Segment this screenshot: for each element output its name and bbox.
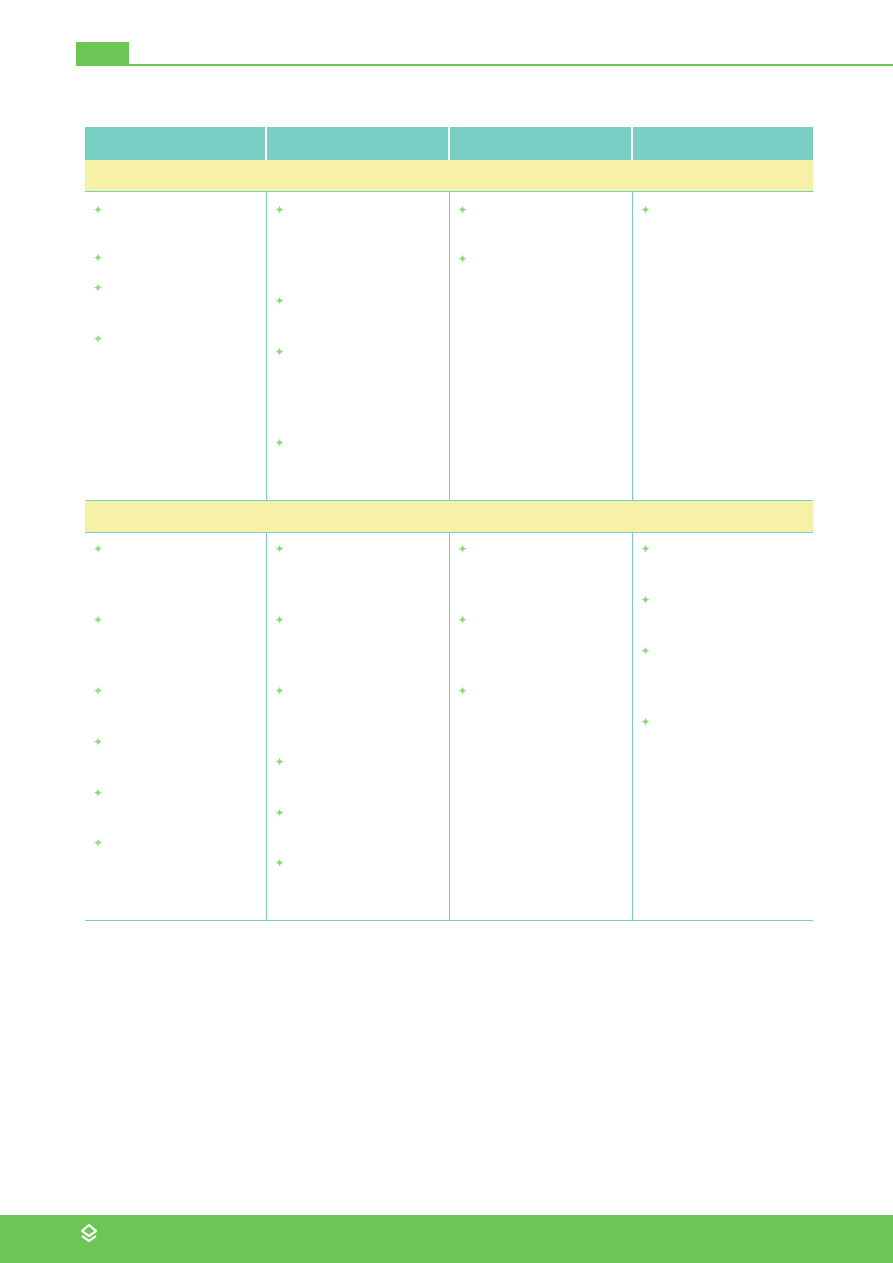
bullet-star-icon: ✦ — [93, 836, 104, 850]
section-band-1 — [85, 159, 813, 192]
table-cell: ✦ ✦ ✦ ✦ ✦ ✦ — [85, 532, 266, 921]
bullet-star-icon: ✦ — [274, 436, 285, 450]
bullet-star-icon: ✦ — [93, 786, 104, 800]
table-row: ✦ ✦ ✦ ✦ ✦ ✦ ✦ ✦ ✦ ✦ ✦ ✦ ✦ ✦ ✦ ✦ ✦ ✦ ✦ — [85, 532, 813, 921]
header-tab-marker — [76, 42, 129, 66]
bullet-star-icon: ✦ — [274, 542, 285, 556]
bullet-star-icon: ✦ — [457, 613, 468, 627]
bullet-star-icon: ✦ — [457, 542, 468, 556]
table-cell: ✦ ✦ ✦ — [448, 532, 632, 921]
table-header-row — [85, 127, 813, 160]
bullet-star-icon: ✦ — [93, 542, 104, 556]
diamond-logo-icon — [81, 1224, 97, 1243]
bullet-star-icon: ✦ — [274, 806, 285, 820]
bullet-star-icon: ✦ — [274, 755, 285, 769]
section-band-label — [85, 500, 813, 533]
table-cell: ✦ — [631, 191, 813, 501]
header-rule — [76, 64, 893, 66]
table-cell: ✦ ✦ ✦ ✦ — [265, 191, 449, 501]
footer-bar — [0, 1215, 893, 1263]
bullet-star-icon: ✦ — [457, 252, 468, 266]
bullet-star-icon: ✦ — [93, 203, 104, 217]
bullet-star-icon: ✦ — [640, 715, 651, 729]
bullet-star-icon: ✦ — [640, 203, 651, 217]
bullet-star-icon: ✦ — [274, 345, 285, 359]
content-table: ✦ ✦ ✦ ✦ ✦ ✦ ✦ ✦ ✦ ✦ ✦ ✦ ✦ ✦ ✦ ✦ ✦ ✦ ✦ ✦ … — [85, 127, 813, 921]
section-band-2 — [85, 500, 813, 533]
column-header-3 — [448, 127, 632, 160]
bullet-star-icon: ✦ — [640, 542, 651, 556]
bullet-star-icon: ✦ — [274, 856, 285, 870]
bullet-star-icon: ✦ — [93, 251, 104, 265]
bullet-star-icon: ✦ — [457, 203, 468, 217]
bullet-star-icon: ✦ — [640, 644, 651, 658]
bullet-star-icon: ✦ — [640, 593, 651, 607]
table-cell: ✦ ✦ ✦ ✦ ✦ ✦ — [265, 532, 449, 921]
bullet-star-icon: ✦ — [93, 735, 104, 749]
table-row: ✦ ✦ ✦ ✦ ✦ ✦ ✦ ✦ ✦ ✦ ✦ — [85, 191, 813, 501]
table-cell: ✦ ✦ ✦ ✦ — [85, 192, 266, 501]
column-header-4 — [631, 127, 813, 160]
bullet-star-icon: ✦ — [93, 281, 104, 295]
column-header-1 — [85, 127, 266, 160]
table-cell: ✦ ✦ — [448, 191, 632, 501]
bullet-star-icon: ✦ — [93, 613, 104, 627]
section-band-label — [85, 159, 813, 192]
bullet-star-icon: ✦ — [93, 684, 104, 698]
bullet-star-icon: ✦ — [274, 613, 285, 627]
bullet-star-icon: ✦ — [457, 684, 468, 698]
bullet-star-icon: ✦ — [274, 294, 285, 308]
column-header-2 — [265, 127, 449, 160]
bullet-star-icon: ✦ — [274, 684, 285, 698]
bullet-star-icon: ✦ — [274, 203, 285, 217]
bullet-star-icon: ✦ — [93, 332, 104, 346]
table-cell: ✦ ✦ ✦ ✦ — [631, 532, 813, 921]
